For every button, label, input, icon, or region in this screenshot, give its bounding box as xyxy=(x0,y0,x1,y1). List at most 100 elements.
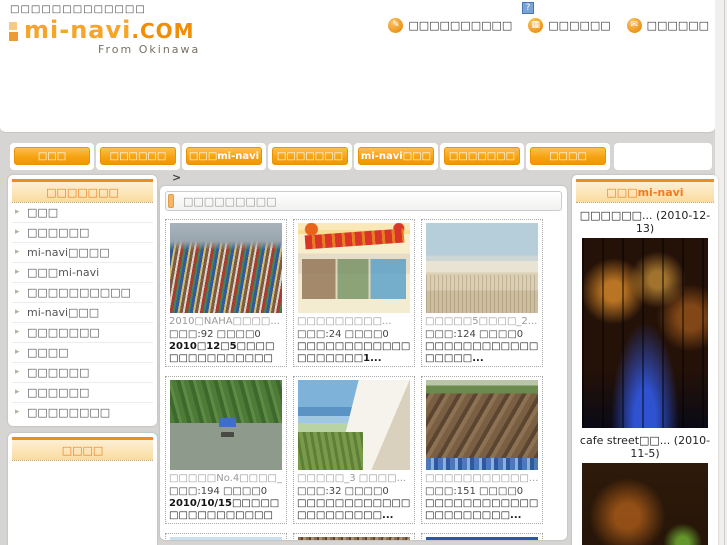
logo-tld: .COM xyxy=(131,19,195,43)
tab-label: □□□mi-navi xyxy=(186,147,262,165)
photo-card-7[interactable] xyxy=(165,533,287,540)
photo-card-9[interactable] xyxy=(421,533,543,540)
pencil-icon: ✎ xyxy=(388,18,404,33)
photo-card-5[interactable]: □□□□□_3 □□□□... □□□:32 □□□□0 □□□□□□□□□□□… xyxy=(293,376,415,524)
tab-label: □□□□ xyxy=(530,147,606,165)
photo-card-3[interactable]: □□□□□5□□□□_2... □□□:124 □□□□0 □□□□□□□□□□… xyxy=(421,219,543,367)
tab-7[interactable]: □□□□ xyxy=(526,143,610,170)
triangle-bullet-icon: ▸ xyxy=(15,287,20,297)
page-edge-line xyxy=(724,0,725,545)
envelope-icon: ✉ xyxy=(626,18,642,33)
card-description: □□□□□□□□□□□□□□□□□□□□□... xyxy=(425,498,539,521)
site-container: □□□□□□□□□□□□□ mi-navi.COM From Okinawa ?… xyxy=(0,0,718,545)
breadcrumb[interactable]: > xyxy=(172,172,567,186)
triangle-bullet-icon: ▸ xyxy=(15,307,20,317)
triangle-bullet-icon: ▸ xyxy=(15,367,20,377)
sidebar-item-10[interactable]: ▸ □□□□□□ xyxy=(12,383,153,403)
photo-card-2[interactable]: □□□□□□□□□... □□□:24 □□□□0 □□□□□□□□□□□□□□… xyxy=(293,219,415,367)
header-link-label: □□□□□□□□□□ xyxy=(408,19,513,32)
section-header: □□□□□□□□□ xyxy=(165,191,562,211)
right-sidebar: □□□mi-navi □□□□□□... (2010-12-13) cafe s… xyxy=(572,175,718,545)
card-thumbnail-beach xyxy=(426,223,538,313)
card-thumbnail-crowd xyxy=(298,537,410,540)
sidebar-item-7[interactable]: ▸ □□□□□□□ xyxy=(12,323,153,343)
sidebar-item-11[interactable]: ▸ □□□□□□□□ xyxy=(12,403,153,422)
site-tagline: □□□□□□□□□□□□□ xyxy=(10,4,146,15)
sidebar-item-label: □□□□□□ xyxy=(27,226,90,239)
card-title: □□□□□No.4□□□□_1... xyxy=(169,473,283,484)
right-sidebar-box: □□□mi-navi □□□□□□... (2010-12-13) cafe s… xyxy=(572,175,718,545)
card-title: □□□□□□□□□... xyxy=(297,316,392,327)
tab-label: □□□□□□ xyxy=(100,147,176,165)
sidebar-secondary-box: □□□□ xyxy=(8,433,157,545)
sidebar-item-1[interactable]: ▸ □□□ xyxy=(12,203,153,223)
triangle-bullet-icon: ▸ xyxy=(15,347,20,357)
sidebar-item-label: mi-navi□□□□ xyxy=(27,246,110,259)
orange-accent-bar xyxy=(168,194,174,208)
sidebar-item-3[interactable]: ▸ mi-navi□□□□ xyxy=(12,243,153,263)
card-description: □□□□□□□□□□□□□□□□□□□□□... xyxy=(297,498,411,521)
tab-minavi[interactable]: □□□mi-navi xyxy=(182,143,266,170)
triangle-bullet-icon: ▸ xyxy=(15,247,20,257)
tab-6[interactable]: □□□□□□□ xyxy=(440,143,524,170)
sidebar-item-6[interactable]: ▸ mi-navi□□□ xyxy=(12,303,153,323)
sidebar-item-8[interactable]: ▸ □□□□ xyxy=(12,343,153,363)
sidebar-item-2[interactable]: ▸ □□□□□□ xyxy=(12,223,153,243)
tab-label: □□□□□□□ xyxy=(444,147,520,165)
right-entry-photo-cafe[interactable] xyxy=(582,463,708,545)
card-stats: □□□:151 □□□□0 xyxy=(425,486,524,497)
browser-viewport: □□□□□□□□□□□□□ mi-navi.COM From Okinawa ?… xyxy=(0,0,727,545)
triangle-bullet-icon: ▸ xyxy=(15,407,20,417)
card-title: □□□□□_3 □□□□... xyxy=(297,473,407,484)
main-content: > □□□□□□□□□ 2010□NAHA□□□□... □□□:92 □□□□… xyxy=(160,172,567,540)
sidebar-item-label: □□□mi-navi xyxy=(27,266,100,279)
card-thumbnail-poster xyxy=(298,223,410,313)
header-link-label: □□□□□□ xyxy=(548,19,611,32)
photo-card-1[interactable]: 2010□NAHA□□□□... □□□:92 □□□□0 2010□12□5□… xyxy=(165,219,287,367)
header-link-company[interactable]: ▦ □□□□□□ xyxy=(528,18,611,33)
sidebar-menu-title: □□□□□□□ xyxy=(12,182,153,203)
card-description: 2010/10/15□□□□□□□□□□□□□□□□□... xyxy=(169,498,280,521)
broken-image-icon: ? xyxy=(522,2,534,14)
site-logo[interactable]: mi-navi.COM From Okinawa xyxy=(8,16,238,56)
sidebar-item-label: mi-navi□□□ xyxy=(27,306,100,319)
card-title: □□□□□□□□□□□... xyxy=(425,473,539,484)
triangle-bullet-icon: ▸ xyxy=(15,327,20,337)
right-entry-caption-2[interactable]: cafe street□□... (2010-11-5) xyxy=(578,434,712,460)
card-thumbnail-buffalo-cart xyxy=(170,380,282,470)
card-title: 2010□NAHA□□□□... xyxy=(169,316,280,327)
logo-brand-text: mi-navi.COM xyxy=(24,16,195,44)
header-link-register[interactable]: ✎ □□□□□□□□□□ xyxy=(388,18,512,33)
sidebar-item-label: □□□□□□ xyxy=(27,366,90,379)
card-thumbnail-sky xyxy=(170,537,282,540)
header-link-contact[interactable]: ✉ □□□□□□ xyxy=(626,18,709,33)
content-box: □□□□□□□□□ 2010□NAHA□□□□... □□□:92 □□□□0 … xyxy=(160,186,567,540)
photo-card-4[interactable]: □□□□□No.4□□□□_1... □□□:194 □□□□0 2010/10… xyxy=(165,376,287,524)
photo-card-6[interactable]: □□□□□□□□□□□... □□□:151 □□□□0 □□□□□□□□□□□… xyxy=(421,376,543,524)
photo-card-grid: 2010□NAHA□□□□... □□□:92 □□□□0 2010□12□5□… xyxy=(165,219,562,540)
logo-subtitle: From Okinawa xyxy=(98,43,201,56)
card-stats: □□□:32 □□□□0 xyxy=(297,486,389,497)
card-thumbnail-cliff xyxy=(426,380,538,470)
sidebar-item-4[interactable]: ▸ □□□mi-navi xyxy=(12,263,153,283)
sidebar-menu-panel: □□□□□□□ ▸ □□□ ▸ □□□□□□ ▸ mi-navi□□□□ ▸ □□□mi… xyxy=(12,179,153,422)
logo-square-dark xyxy=(9,32,18,41)
right-panel-title: □□□mi-navi xyxy=(576,182,714,203)
right-entry-photo-bar[interactable] xyxy=(582,238,708,428)
tab-minavi-search[interactable]: mi-navi□□□ xyxy=(354,143,438,170)
card-stats: □□□:24 □□□□0 xyxy=(297,329,389,340)
logo-brand: mi-navi xyxy=(24,16,132,44)
triangle-bullet-icon: ▸ xyxy=(15,267,20,277)
tab-4[interactable]: □□□□□□□ xyxy=(268,143,352,170)
tab-home[interactable]: □□□ xyxy=(10,143,94,170)
tab-label: mi-navi□□□ xyxy=(358,147,434,165)
sidebar-item-5[interactable]: ▸ □□□□□□□□□□ xyxy=(12,283,153,303)
photo-card-8[interactable] xyxy=(293,533,415,540)
tab-2[interactable]: □□□□□□ xyxy=(96,143,180,170)
main-nav-tabs: □□□ □□□□□□ □□□mi-navi □□□□□□□ mi-navi□□□… xyxy=(10,143,612,170)
card-description: □□□□□□□□□□□□□□□□□□□1... xyxy=(297,341,411,364)
right-entry-caption-1[interactable]: □□□□□□... (2010-12-13) xyxy=(578,209,712,235)
sidebar-item-9[interactable]: ▸ □□□□□□ xyxy=(12,363,153,383)
sidebar-item-label: □□□ xyxy=(27,206,59,219)
sidebar-secondary-title: □□□□ xyxy=(12,440,153,461)
